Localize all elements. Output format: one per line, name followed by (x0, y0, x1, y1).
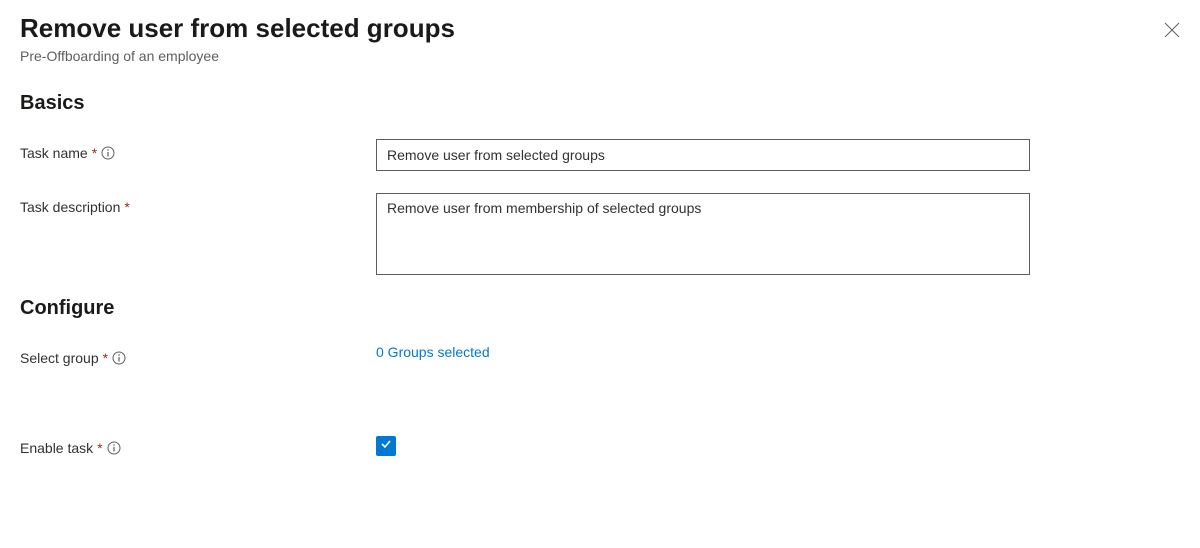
enable-task-checkbox[interactable] (376, 436, 396, 456)
close-button[interactable] (1158, 16, 1186, 47)
page-subtitle: Pre-Offboarding of an employee (20, 48, 1158, 64)
enable-task-label-text: Enable task (20, 440, 93, 456)
task-name-label-text: Task name (20, 145, 88, 161)
task-description-label-text: Task description (20, 199, 120, 215)
task-name-input[interactable] (376, 139, 1030, 171)
select-group-label: Select group * (20, 344, 376, 366)
select-group-link[interactable]: 0 Groups selected (376, 344, 490, 360)
info-icon[interactable] (101, 146, 115, 160)
task-name-label: Task name * (20, 139, 376, 161)
basics-heading: Basics (20, 92, 1180, 115)
checkmark-icon (379, 437, 393, 454)
task-description-label: Task description * (20, 193, 376, 215)
required-asterisk: * (92, 145, 97, 161)
task-description-input[interactable]: Remove user from membership of selected … (376, 193, 1030, 275)
close-icon (1164, 22, 1180, 41)
info-icon[interactable] (112, 351, 126, 365)
page-title: Remove user from selected groups (20, 12, 1158, 46)
required-asterisk: * (124, 199, 129, 215)
configure-heading: Configure (20, 297, 1180, 320)
info-icon[interactable] (107, 441, 121, 455)
select-group-label-text: Select group (20, 350, 99, 366)
required-asterisk: * (97, 440, 102, 456)
required-asterisk: * (103, 350, 108, 366)
enable-task-label: Enable task * (20, 434, 376, 456)
